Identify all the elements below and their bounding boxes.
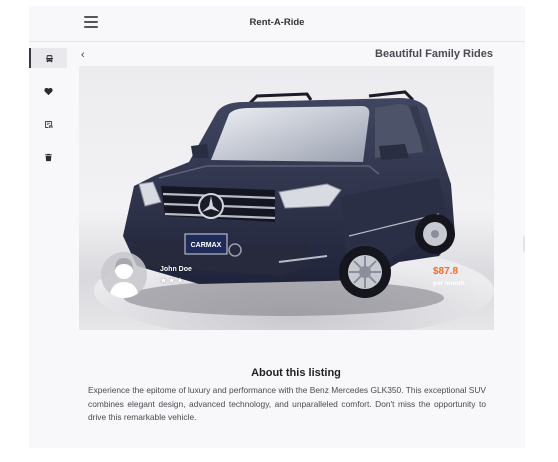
price-unit: per month xyxy=(433,280,465,287)
sidebar-nav xyxy=(29,42,67,448)
price: $87.8 xyxy=(433,266,459,277)
host-rating-stars: ★★★ xyxy=(160,276,185,285)
car-illustration: CARMAX xyxy=(94,90,494,330)
top-app-bar: Rent-A-Ride xyxy=(29,6,525,42)
calendar-car-icon xyxy=(44,120,52,128)
app-window: Rent-A-Ride ‹ Beautiful Family Rides CAR… xyxy=(29,6,525,448)
listing-description: Experience the epitome of luxury and per… xyxy=(88,385,486,422)
host-name: John Doe xyxy=(160,266,192,273)
listing-detail: ‹ Beautiful Family Rides CARMAX John Doe… xyxy=(67,42,525,448)
car-photo: CARMAX John Doe ★★★ $87.8 per month xyxy=(79,66,494,330)
sidebar-item-vehicles[interactable] xyxy=(29,48,67,68)
dealer-plate-text: CARMAX xyxy=(191,242,222,249)
page-title: Beautiful Family Rides xyxy=(375,48,493,60)
heart-icon xyxy=(43,87,53,95)
section-title: About this listing xyxy=(251,367,341,379)
app-title: Rent-A-Ride xyxy=(249,17,305,28)
trash-icon xyxy=(44,153,52,161)
sidebar-item-favorites[interactable] xyxy=(29,81,67,101)
chevron-left-icon[interactable]: ‹ xyxy=(81,48,93,62)
car-icon xyxy=(45,54,53,62)
scroll-indicator[interactable] xyxy=(523,235,525,253)
person-icon xyxy=(109,258,139,298)
sidebar-item-bookings[interactable] xyxy=(29,114,67,134)
sidebar-item-trash[interactable] xyxy=(29,147,67,167)
host-avatar[interactable] xyxy=(101,252,147,298)
